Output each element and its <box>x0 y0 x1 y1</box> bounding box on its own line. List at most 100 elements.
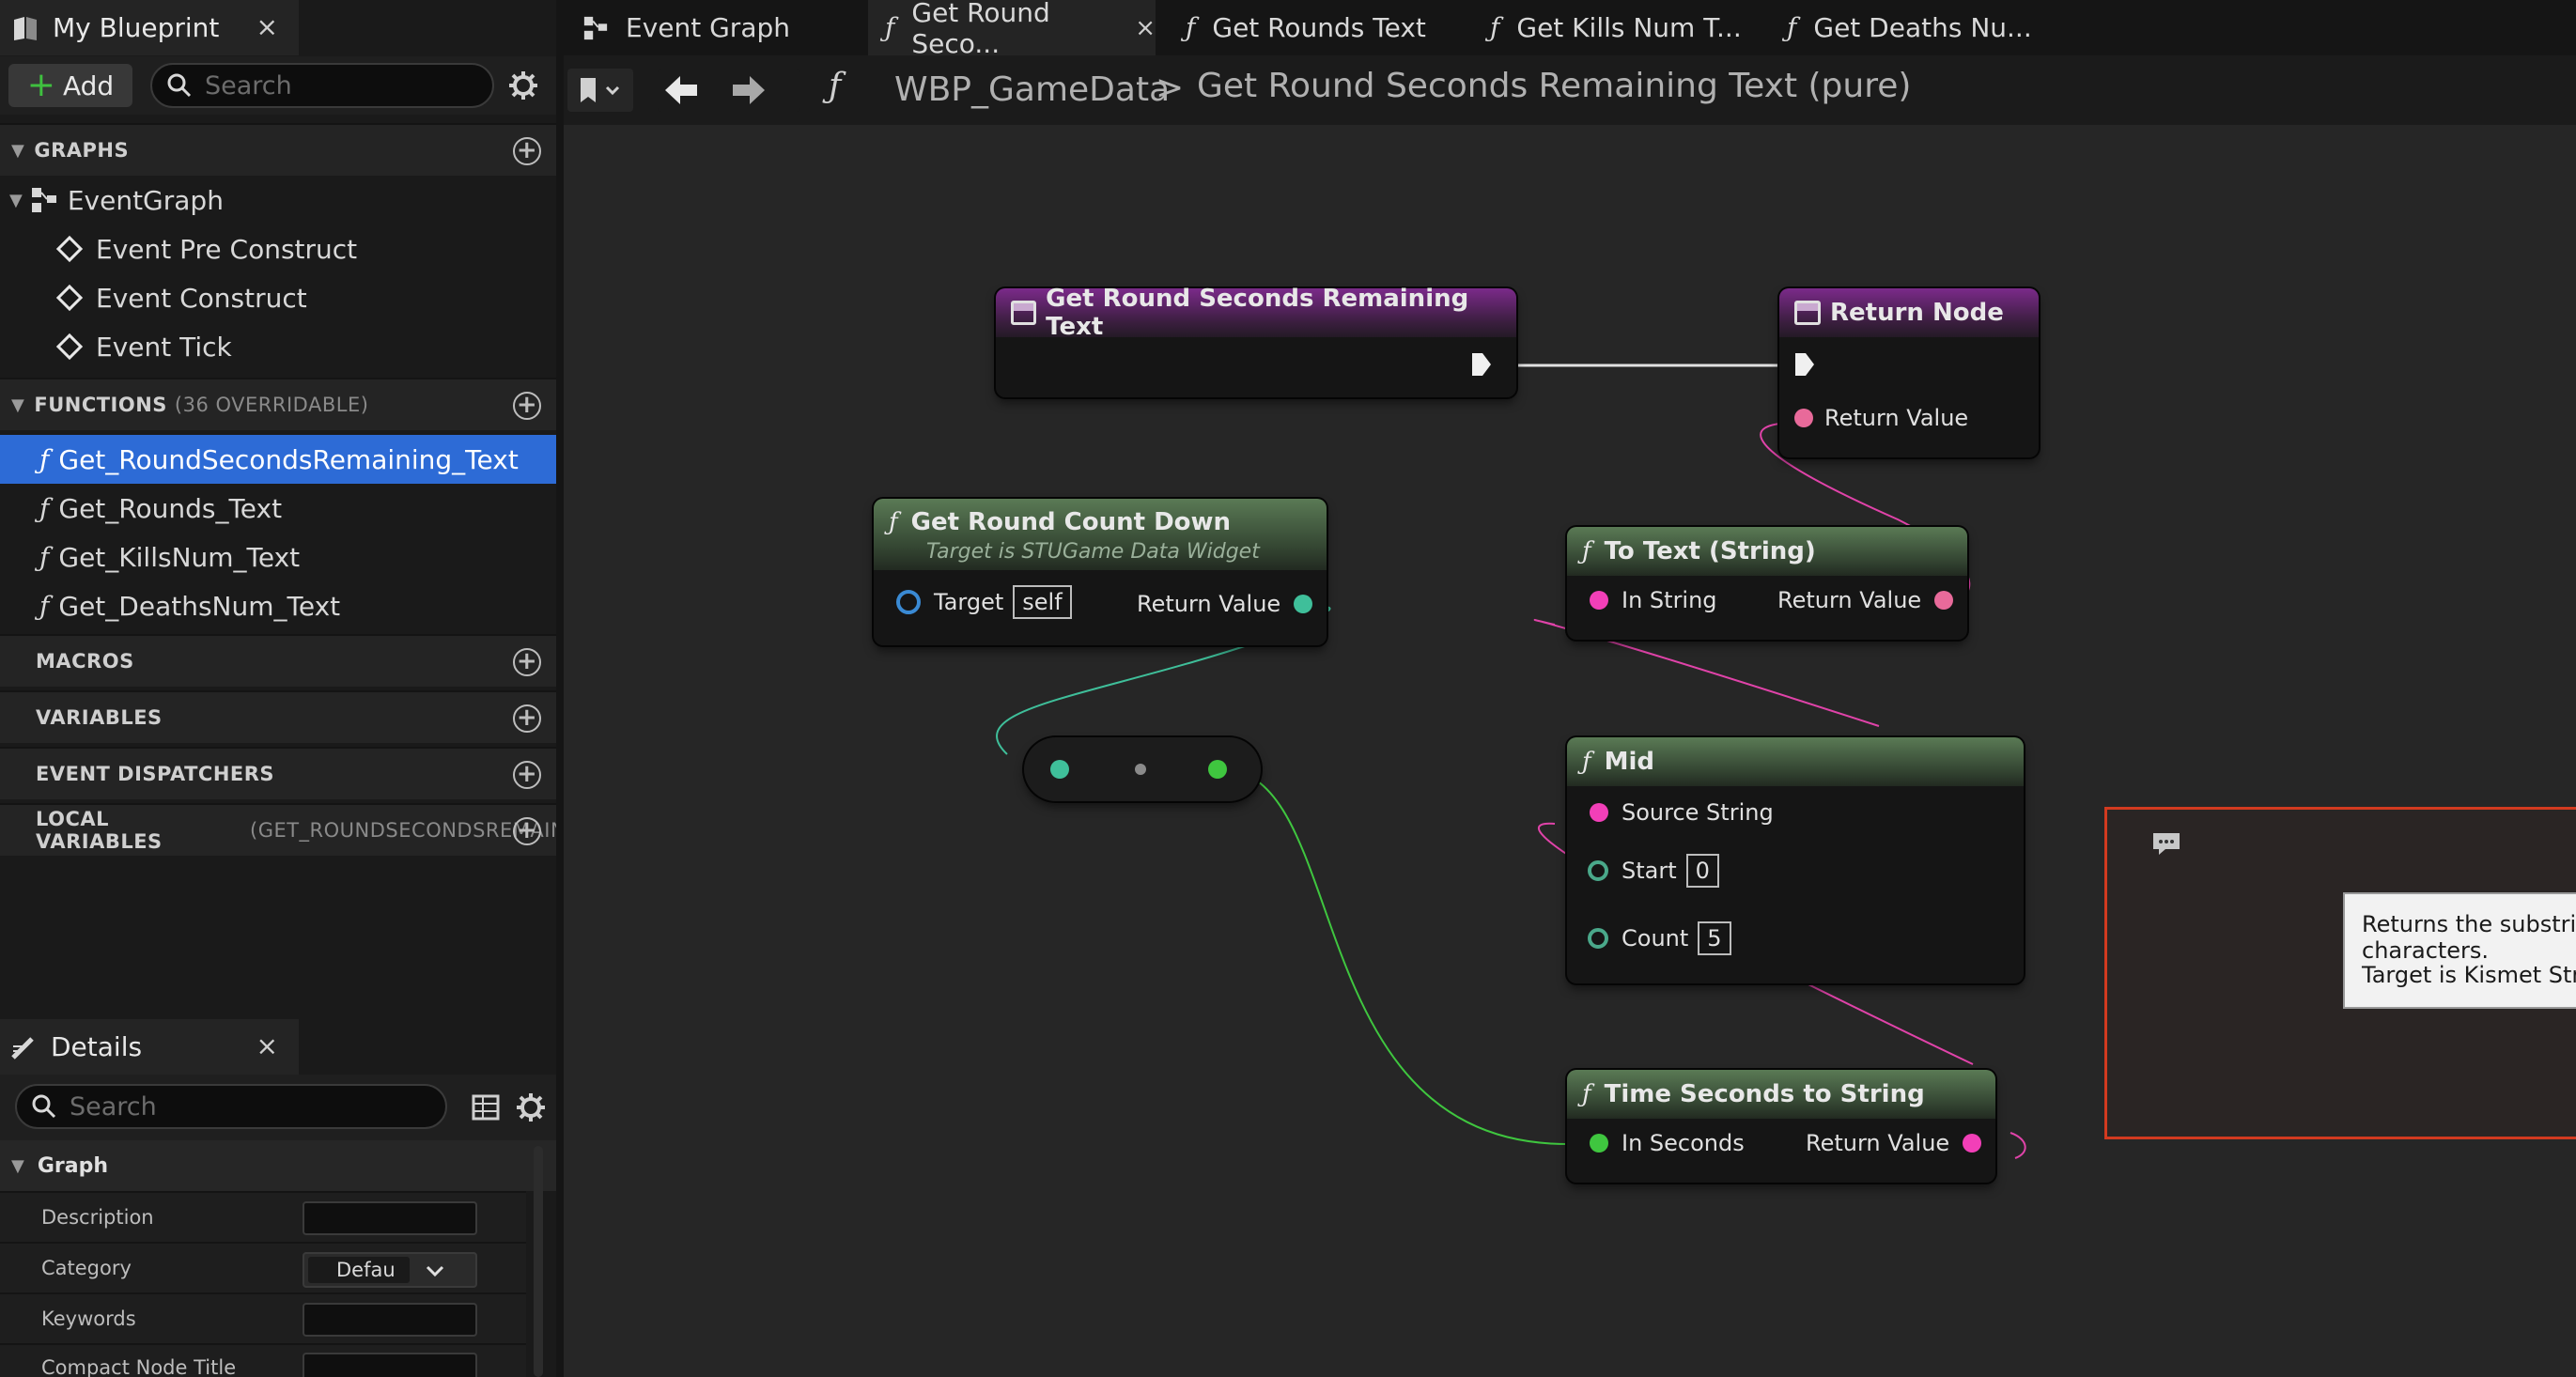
keywords-field[interactable] <box>303 1303 477 1337</box>
search-icon <box>32 1094 56 1119</box>
target-default-value[interactable]: self <box>1013 585 1072 619</box>
tab-get-deaths-num[interactable]: ƒ Get Deaths Nu... <box>1770 0 2061 55</box>
add-graph-icon[interactable]: + <box>513 137 541 165</box>
function-item-rounds[interactable]: ƒ Get_Rounds_Text <box>0 484 556 533</box>
details-tab[interactable]: Details × <box>0 1019 299 1075</box>
node-header[interactable]: ƒ Time Seconds to String <box>1567 1070 1995 1119</box>
section-graphs[interactable]: ▼ GRAPHS + <box>0 123 556 176</box>
add-dispatcher-icon[interactable]: + <box>513 761 541 789</box>
return-value-pin[interactable]: Return Value <box>1777 587 1954 613</box>
pin-dot[interactable] <box>1588 860 1608 881</box>
return-node[interactable]: Return Node Return Value <box>1779 288 2039 457</box>
tree-item-eventgraph[interactable]: ▼ EventGraph <box>0 176 556 224</box>
pin-label: Count <box>1622 925 1689 952</box>
comment-bubble-icon[interactable] <box>2150 830 2182 857</box>
gear-icon[interactable] <box>507 70 539 101</box>
description-field[interactable] <box>303 1201 477 1235</box>
add-button[interactable]: + Add <box>8 64 132 107</box>
details-scrollbar[interactable] <box>534 1146 543 1377</box>
compact-title-field[interactable] <box>303 1353 477 1377</box>
add-function-icon[interactable]: + <box>513 392 541 420</box>
function-icon: ƒ <box>39 443 50 475</box>
in-seconds-pin[interactable]: In Seconds <box>1590 1130 1745 1156</box>
function-entry-node[interactable]: Get Round Seconds Remaining Text <box>996 285 1516 397</box>
pin-dot[interactable] <box>896 590 921 614</box>
tree-item-event-pre-construct[interactable]: Event Pre Construct <box>0 224 556 273</box>
start-default-value[interactable]: 0 <box>1685 854 1719 888</box>
category-value[interactable]: Defau <box>308 1257 410 1283</box>
time-seconds-to-string-node[interactable]: ƒ Time Seconds to String In Seconds Retu… <box>1567 1070 1995 1183</box>
target-pin[interactable]: Target self <box>896 585 1072 619</box>
section-event-dispatchers[interactable]: EVENT DISPATCHERS + <box>0 747 556 799</box>
source-string-pin[interactable]: Source String <box>1590 799 1774 826</box>
count-default-value[interactable]: 5 <box>1698 921 1731 955</box>
return-value-pin[interactable]: Return Value <box>1794 405 1968 431</box>
tree-item-event-tick[interactable]: Event Tick <box>0 322 556 371</box>
close-icon[interactable]: × <box>256 11 278 42</box>
node-header[interactable]: Get Round Seconds Remaining Text <box>996 285 1516 341</box>
details-title: Details <box>51 1031 143 1062</box>
node-header[interactable]: ƒ Get Round Count Down Target is STUGame… <box>874 499 1327 570</box>
pin-dot[interactable] <box>1963 1134 1982 1153</box>
pin-dot[interactable] <box>1590 803 1608 822</box>
tab-get-rounds-text[interactable]: ƒ Get Rounds Text <box>1169 0 1460 55</box>
pin-dot[interactable] <box>1208 760 1227 779</box>
blueprint-search-input[interactable]: Search <box>150 63 494 108</box>
details-section-graph[interactable]: ▼ Graph <box>0 1140 556 1191</box>
return-value-pin[interactable]: Return Value <box>1806 1130 1982 1156</box>
section-local-variables[interactable]: LOCAL VARIABLES (GET_ROUNDSECONDSREMAINI… <box>0 803 556 856</box>
details-search-input[interactable]: Search <box>15 1084 447 1129</box>
to-text-string-node[interactable]: ƒ To Text (String) In String Return Valu… <box>1567 527 1967 640</box>
forward-arrow-icon[interactable] <box>727 69 772 112</box>
mid-node[interactable]: ƒ Mid Source String Start 0 Count 5 <box>1567 737 2024 983</box>
close-icon[interactable]: × <box>256 1030 278 1061</box>
pin-dot[interactable] <box>1934 591 1954 610</box>
close-icon[interactable]: × <box>1135 14 1156 42</box>
function-item-deaths[interactable]: ƒ Get_DeathsNum_Text <box>0 581 556 630</box>
add-local-variable-icon[interactable]: + <box>513 817 541 845</box>
reroute-handle[interactable] <box>1135 764 1146 775</box>
exec-out-pin[interactable] <box>1469 350 1494 379</box>
pin-dot[interactable] <box>1794 409 1813 427</box>
exec-in-pin[interactable] <box>1792 350 1817 379</box>
start-pin[interactable]: Start 0 <box>1588 854 1719 888</box>
details-toolbar: Search <box>0 1075 556 1140</box>
chevron-down-icon[interactable] <box>425 1264 445 1277</box>
my-blueprint-tab[interactable]: My Blueprint × <box>0 0 299 55</box>
add-variable-icon[interactable]: + <box>513 704 541 733</box>
tab-event-graph[interactable]: Event Graph <box>566 0 857 55</box>
in-string-pin[interactable]: In String <box>1590 587 1717 613</box>
back-arrow-icon[interactable] <box>658 69 703 112</box>
section-functions[interactable]: ▼ FUNCTIONS (36 OVERRIDABLE) + <box>0 378 556 430</box>
node-header[interactable]: ƒ Mid <box>1567 737 2024 786</box>
count-pin[interactable]: Count 5 <box>1588 921 1731 955</box>
node-header[interactable]: Return Node <box>1779 288 2039 337</box>
gear-icon[interactable] <box>515 1091 547 1123</box>
function-icon: ƒ <box>829 67 842 105</box>
pin-dot[interactable] <box>1050 760 1069 779</box>
return-value-pin[interactable]: Return Value <box>1137 591 1313 617</box>
graph-canvas[interactable]: Get Round Seconds Remaining Text Return … <box>564 125 2576 1377</box>
tree-item-label: EventGraph <box>67 184 224 216</box>
pin-dot[interactable] <box>1588 928 1608 949</box>
tooltip-target: Target is Kismet String Library <box>2362 962 2576 988</box>
category-combobox[interactable]: Defau <box>303 1252 477 1288</box>
node-header[interactable]: ƒ To Text (String) <box>1567 527 1967 576</box>
table-view-icon[interactable] <box>472 1093 500 1122</box>
tab-get-kills-num[interactable]: ƒ Get Kills Num T... <box>1473 0 1764 55</box>
pin-dot[interactable] <box>1590 1134 1608 1153</box>
bookmark-button[interactable] <box>567 69 633 112</box>
function-item-kills[interactable]: ƒ Get_KillsNum_Text <box>0 533 556 581</box>
function-item-label: Get_RoundSecondsRemaining_Text <box>58 443 519 475</box>
reroute-node[interactable] <box>1024 737 1261 801</box>
pin-dot[interactable] <box>1294 595 1313 613</box>
pin-dot[interactable] <box>1590 591 1608 610</box>
breadcrumb-root[interactable]: WBP_GameData <box>894 70 1170 109</box>
function-item-round-seconds[interactable]: ƒ Get_RoundSecondsRemaining_Text <box>0 435 556 484</box>
section-variables[interactable]: VARIABLES + <box>0 690 556 743</box>
tree-item-event-construct[interactable]: Event Construct <box>0 273 556 322</box>
tab-get-round-seconds[interactable]: ƒ Get Round Seco... × <box>868 0 1156 59</box>
section-macros[interactable]: MACROS + <box>0 634 556 687</box>
get-round-count-down-node[interactable]: ƒ Get Round Count Down Target is STUGame… <box>874 499 1327 645</box>
add-macro-icon[interactable]: + <box>513 648 541 676</box>
